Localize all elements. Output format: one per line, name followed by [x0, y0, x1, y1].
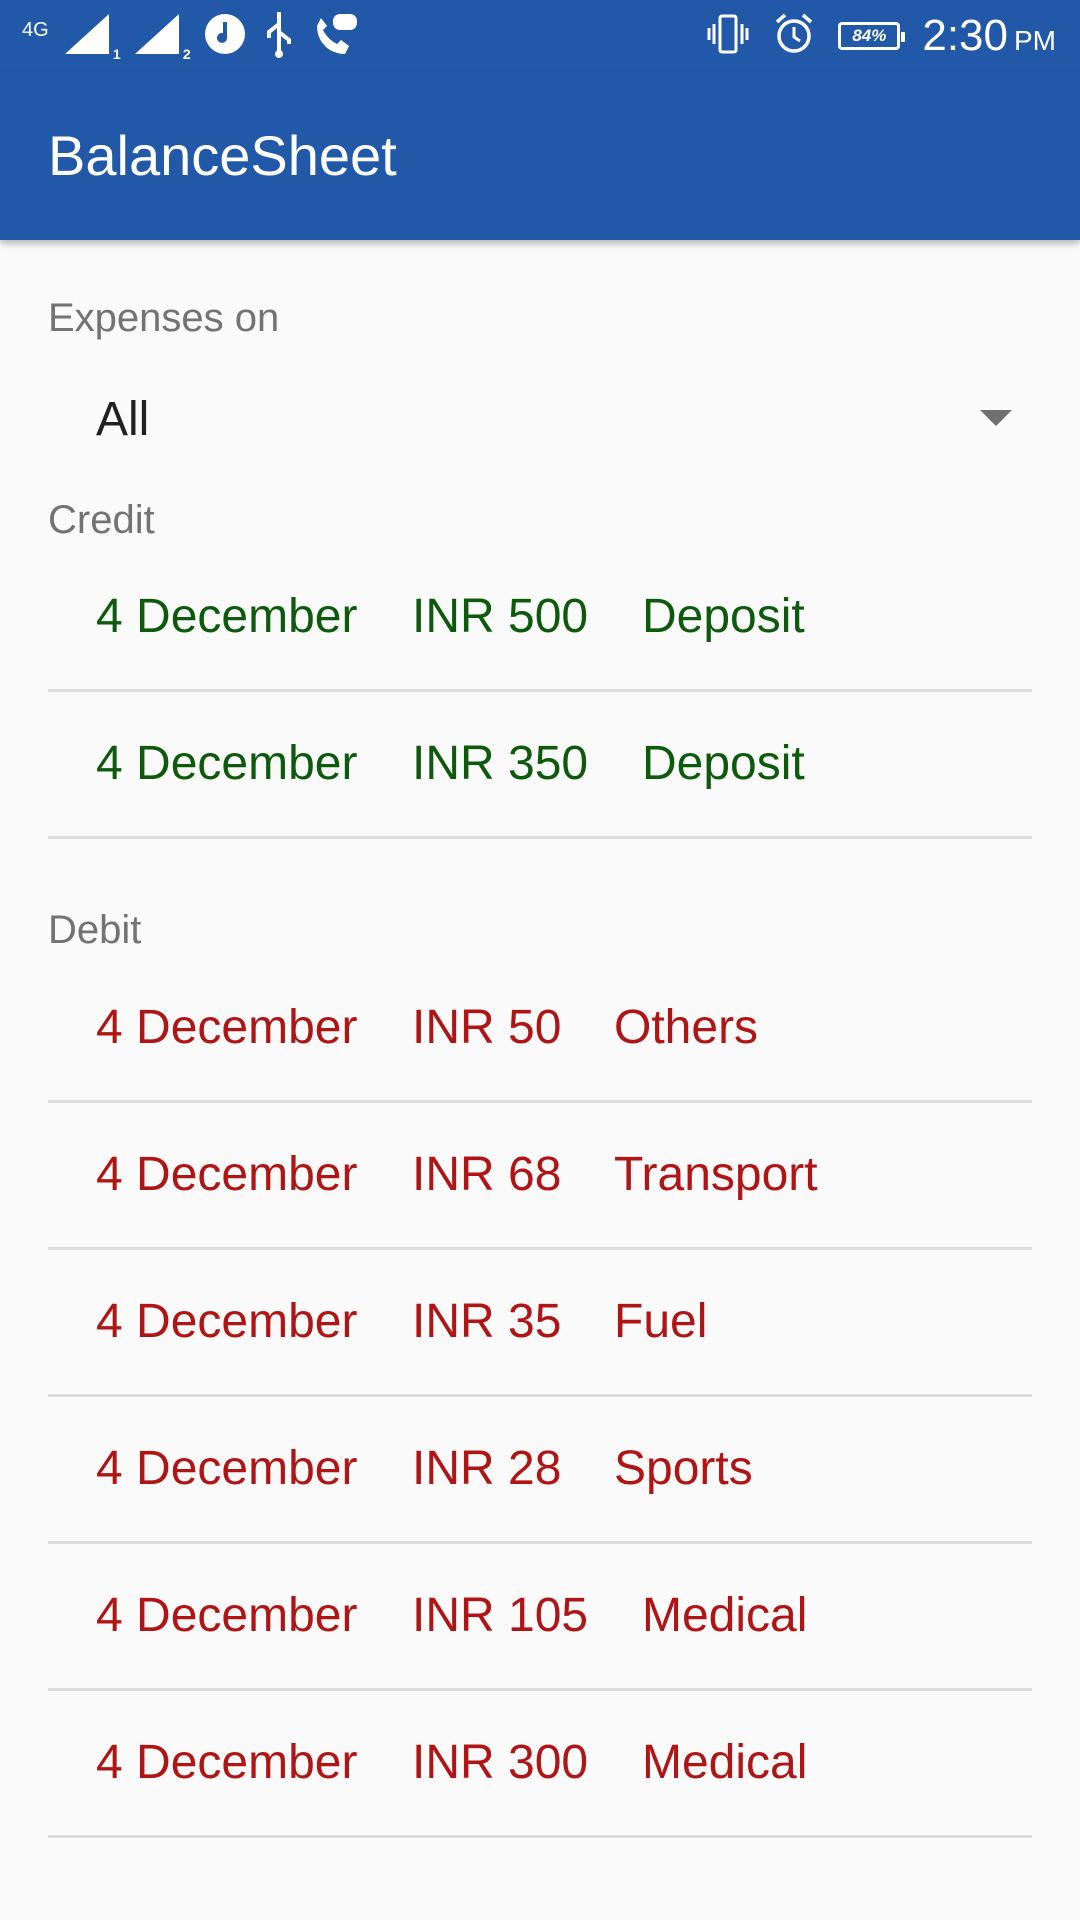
row-amount: INR 105	[412, 1589, 589, 1642]
row-category: Transport	[614, 1148, 818, 1201]
dropdown-selected-value: All	[96, 393, 150, 446]
status-bar: 4G 1 2 84% 2:30 PM	[0, 0, 1080, 72]
debit-row[interactable]: 4 December INR 105 Medical	[48, 1544, 1032, 1691]
sim1-label: 1	[112, 46, 121, 62]
app-title: BalanceSheet	[48, 124, 397, 187]
call-message-icon	[311, 12, 359, 61]
sim2-label: 2	[182, 46, 191, 62]
row-date: 4 December	[96, 1001, 358, 1054]
row-amount: INR 350	[412, 737, 589, 790]
row-category: Medical	[642, 1589, 808, 1642]
status-right: 84% 2:30 PM	[706, 10, 1056, 62]
network-type: 4G	[22, 19, 49, 41]
row-amount: INR 300	[412, 1736, 589, 1789]
row-category: Others	[614, 1001, 759, 1054]
credit-row[interactable]: 4 December INR 500 Deposit	[48, 545, 1032, 692]
row-date: 4 December	[96, 1442, 358, 1495]
credit-label: Credit	[48, 498, 155, 542]
vibrate-icon	[706, 12, 750, 61]
expenses-filter-dropdown[interactable]: All	[48, 370, 1032, 466]
row-date: 4 December	[96, 1148, 358, 1201]
debit-row[interactable]: 4 December INR 28 Sports	[48, 1397, 1032, 1544]
debit-row[interactable]: 4 December INR 300 Medical	[48, 1691, 1032, 1838]
row-category: Deposit	[642, 590, 805, 643]
usb-icon	[261, 10, 297, 63]
row-date: 4 December	[96, 1295, 358, 1348]
row-amount: INR 28	[412, 1442, 562, 1495]
clock-ampm: PM	[1014, 25, 1056, 56]
music-icon	[203, 12, 247, 61]
row-date: 4 December	[96, 1736, 358, 1789]
row-amount: INR 68	[412, 1148, 562, 1201]
alarm-icon	[772, 12, 816, 61]
clock: 2:30 PM	[922, 14, 1056, 58]
signal-sim2-icon: 2	[133, 12, 191, 62]
row-amount: INR 50	[412, 1001, 562, 1054]
row-date: 4 December	[96, 590, 358, 643]
debit-row[interactable]: 4 December INR 50 Others	[48, 956, 1032, 1103]
row-date: 4 December	[96, 737, 358, 790]
expenses-on-label: Expenses on	[48, 296, 280, 340]
row-date: 4 December	[96, 1589, 358, 1642]
row-amount: INR 500	[412, 590, 589, 643]
row-category: Fuel	[614, 1295, 708, 1348]
dropdown-arrow-icon	[980, 410, 1012, 426]
signal-sim1-icon: 1	[63, 12, 121, 62]
row-category: Deposit	[642, 737, 805, 790]
row-category: Medical	[642, 1736, 808, 1789]
debit-label: Debit	[48, 908, 142, 952]
status-left: 4G 1 2	[22, 10, 359, 62]
debit-row[interactable]: 4 December INR 68 Transport	[48, 1103, 1032, 1250]
clock-time: 2:30	[922, 11, 1008, 60]
battery-icon: 84%	[838, 22, 906, 50]
app-bar: BalanceSheet	[0, 72, 1080, 240]
debit-row[interactable]: 4 December INR 35 Fuel	[48, 1250, 1032, 1397]
credit-row[interactable]: 4 December INR 350 Deposit	[48, 692, 1032, 839]
row-amount: INR 35	[412, 1295, 562, 1348]
row-category: Sports	[614, 1442, 753, 1495]
